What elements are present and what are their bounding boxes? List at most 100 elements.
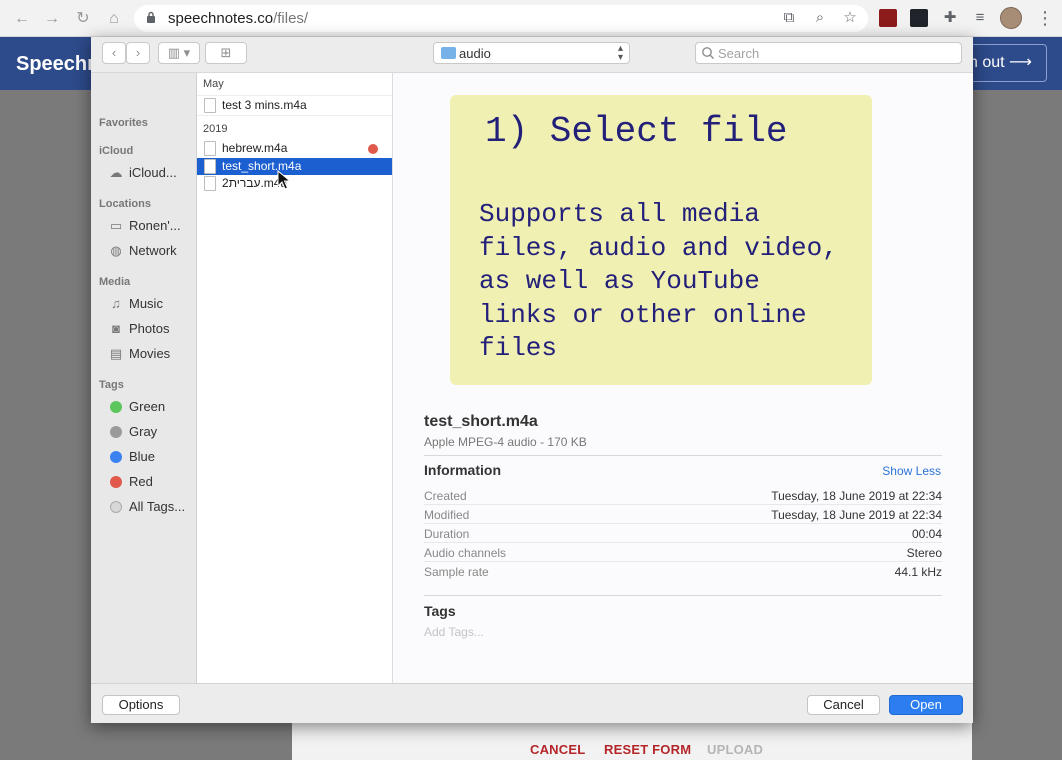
sidebar-item-all-tags[interactable]: All Tags... <box>108 497 196 517</box>
browser-menu-icon[interactable]: ⋮ <box>1036 8 1054 28</box>
back-icon[interactable]: ← <box>12 9 32 29</box>
sidebar-item-label: Green <box>129 399 166 414</box>
red-tag-icon <box>368 144 378 154</box>
sidebar-item-photos[interactable]: ◙ Photos <box>108 319 196 339</box>
info-key: Modified <box>424 508 470 522</box>
address-bar[interactable]: speechnotes.co/files/ <box>134 5 868 32</box>
mouse-cursor-icon <box>277 170 291 190</box>
information-heading: Information <box>424 462 501 478</box>
sidebar-item-network[interactable]: ◍ Network <box>108 241 196 261</box>
file-name: hebrew.m4a <box>222 141 288 155</box>
info-row: Duration 00:04 <box>424 524 942 543</box>
media-heading: Media <box>99 276 131 288</box>
dialog-footer: Options Cancel Open <box>91 683 973 723</box>
gray-tag-dot-icon <box>110 426 122 438</box>
show-less-link[interactable]: Show Less <box>882 464 941 478</box>
red-tag-dot-icon <box>110 476 122 488</box>
file-row[interactable]: hebrew.m4a <box>197 140 392 157</box>
zoom-icon[interactable]: ⌕ <box>811 9 829 27</box>
info-value: Tuesday, 18 June 2019 at 22:34 <box>771 489 942 503</box>
speaker-extension-icon[interactable] <box>879 9 897 27</box>
sidebar-item-tag-gray[interactable]: Gray <box>108 422 196 442</box>
divider <box>424 455 942 456</box>
forward-chevron-icon[interactable]: › <box>126 42 150 64</box>
dialog-toolbar: ‹ › ▥ ▾ ⊞ audio ▴ ▾ Search <box>91 37 973 73</box>
open-button[interactable]: Open <box>889 695 963 715</box>
upload-link[interactable]: UPLOAD <box>707 742 763 757</box>
cancel-button[interactable]: Cancel <box>807 695 880 715</box>
camera-icon: ◙ <box>112 321 120 336</box>
folder-icon <box>441 47 456 59</box>
url-text[interactable]: speechnotes.co/files/ <box>168 10 308 27</box>
add-tags-field[interactable]: Add Tags... <box>424 625 484 639</box>
back-chevron-icon[interactable]: ‹ <box>102 42 126 64</box>
profile-avatar[interactable] <box>1000 7 1022 29</box>
note-title: 1) Select file <box>485 111 788 152</box>
sidebar-item-label: Blue <box>129 449 156 464</box>
sidebar-item-label: Ronen'... <box>129 218 181 233</box>
audio-file-icon <box>204 141 216 156</box>
sidebar-item-label: Movies <box>129 346 171 361</box>
blue-tag-dot-icon <box>110 451 122 463</box>
info-row: Audio channels Stereo <box>424 543 942 562</box>
open-external-icon[interactable]: ⧉ <box>780 9 798 27</box>
form-actions: CANCEL RESET FORM UPLOAD <box>292 722 972 760</box>
search-input[interactable]: Search <box>695 42 962 64</box>
all-tags-icon <box>110 501 122 513</box>
bookmark-star-icon[interactable]: ☆ <box>841 9 859 27</box>
sidebar-item-tag-green[interactable]: Green <box>108 397 196 417</box>
browser-toolbar: ← → ↻ ⌂ speechnotes.co/files/ ⧉ ⌕ ☆ ✚ ≡ … <box>0 0 1062 37</box>
sidebar-item-tag-red[interactable]: Red <box>108 472 196 492</box>
info-value: Stereo <box>906 546 942 560</box>
sidebar-item-icloud[interactable]: ☁ iCloud... <box>108 163 196 183</box>
location-label: audio <box>459 46 491 61</box>
music-note-icon: ♫ <box>111 296 121 311</box>
extensions-puzzle-icon[interactable]: ✚ <box>941 9 959 27</box>
sign-out-button[interactable]: n out ⟶ <box>968 44 1047 82</box>
view-columns-icon[interactable]: ▥ ▾ <box>158 42 200 64</box>
open-file-dialog: ‹ › ▥ ▾ ⊞ audio ▴ ▾ Search Favorites iClo… <box>91 37 973 723</box>
film-icon: ▤ <box>109 346 123 361</box>
file-row-selected[interactable]: test_short.m4a <box>197 158 392 175</box>
divider <box>197 95 392 96</box>
reset-form-link[interactable]: RESET FORM <box>604 742 691 757</box>
sidebar-item-music[interactable]: ♫ Music <box>108 294 196 314</box>
new-folder-icon[interactable]: ⊞ <box>205 42 247 64</box>
site-logo[interactable]: Speechn <box>16 53 99 76</box>
sidebar-item-label: iCloud... <box>129 165 177 180</box>
react-devtools-icon[interactable] <box>910 9 928 27</box>
sidebar-item-label: Network <box>129 243 177 258</box>
info-key: Audio channels <box>424 546 507 560</box>
forward-icon[interactable]: → <box>42 9 62 29</box>
audio-file-icon <box>204 176 216 191</box>
info-key: Duration <box>424 527 470 541</box>
info-key: Created <box>424 489 467 503</box>
cancel-link[interactable]: CANCEL <box>530 742 585 757</box>
options-button[interactable]: Options <box>102 695 180 715</box>
tags-heading: Tags <box>424 603 456 619</box>
file-row[interactable]: test 3 mins.m4a <box>197 97 392 114</box>
sidebar-item-label: Music <box>129 296 163 311</box>
instruction-note: 1) Select file Supports all media files,… <box>450 95 872 385</box>
updown-chevron-icon: ▴ ▾ <box>617 43 623 63</box>
divider <box>197 115 392 116</box>
preview-pane: 1) Select file Supports all media files,… <box>393 73 973 683</box>
sidebar-item-tag-blue[interactable]: Blue <box>108 447 196 467</box>
audio-file-icon <box>204 159 216 174</box>
info-row: Created Tuesday, 18 June 2019 at 22:34 <box>424 486 942 505</box>
home-icon[interactable]: ⌂ <box>104 9 124 29</box>
sidebar-item-label: Gray <box>129 424 158 439</box>
reload-icon[interactable]: ↻ <box>73 9 93 29</box>
arrow-right-icon: ⟶ <box>1009 54 1032 71</box>
laptop-icon: ▭ <box>109 218 123 233</box>
dialog-sidebar: Favorites iCloud ☁ iCloud... Locations ▭… <box>91 73 197 683</box>
search-placeholder: Search <box>718 46 760 61</box>
info-key: Sample rate <box>424 565 489 579</box>
location-select[interactable]: audio ▴ ▾ <box>433 42 630 64</box>
sidebar-item-label: Photos <box>129 321 170 336</box>
sidebar-item-computer[interactable]: ▭ Ronen'... <box>108 216 196 236</box>
info-value: 00:04 <box>911 527 942 541</box>
media-queue-icon[interactable]: ≡ <box>971 9 989 27</box>
file-row[interactable]: עברית2.m4a <box>197 175 392 192</box>
sidebar-item-movies[interactable]: ▤ Movies <box>108 344 196 364</box>
